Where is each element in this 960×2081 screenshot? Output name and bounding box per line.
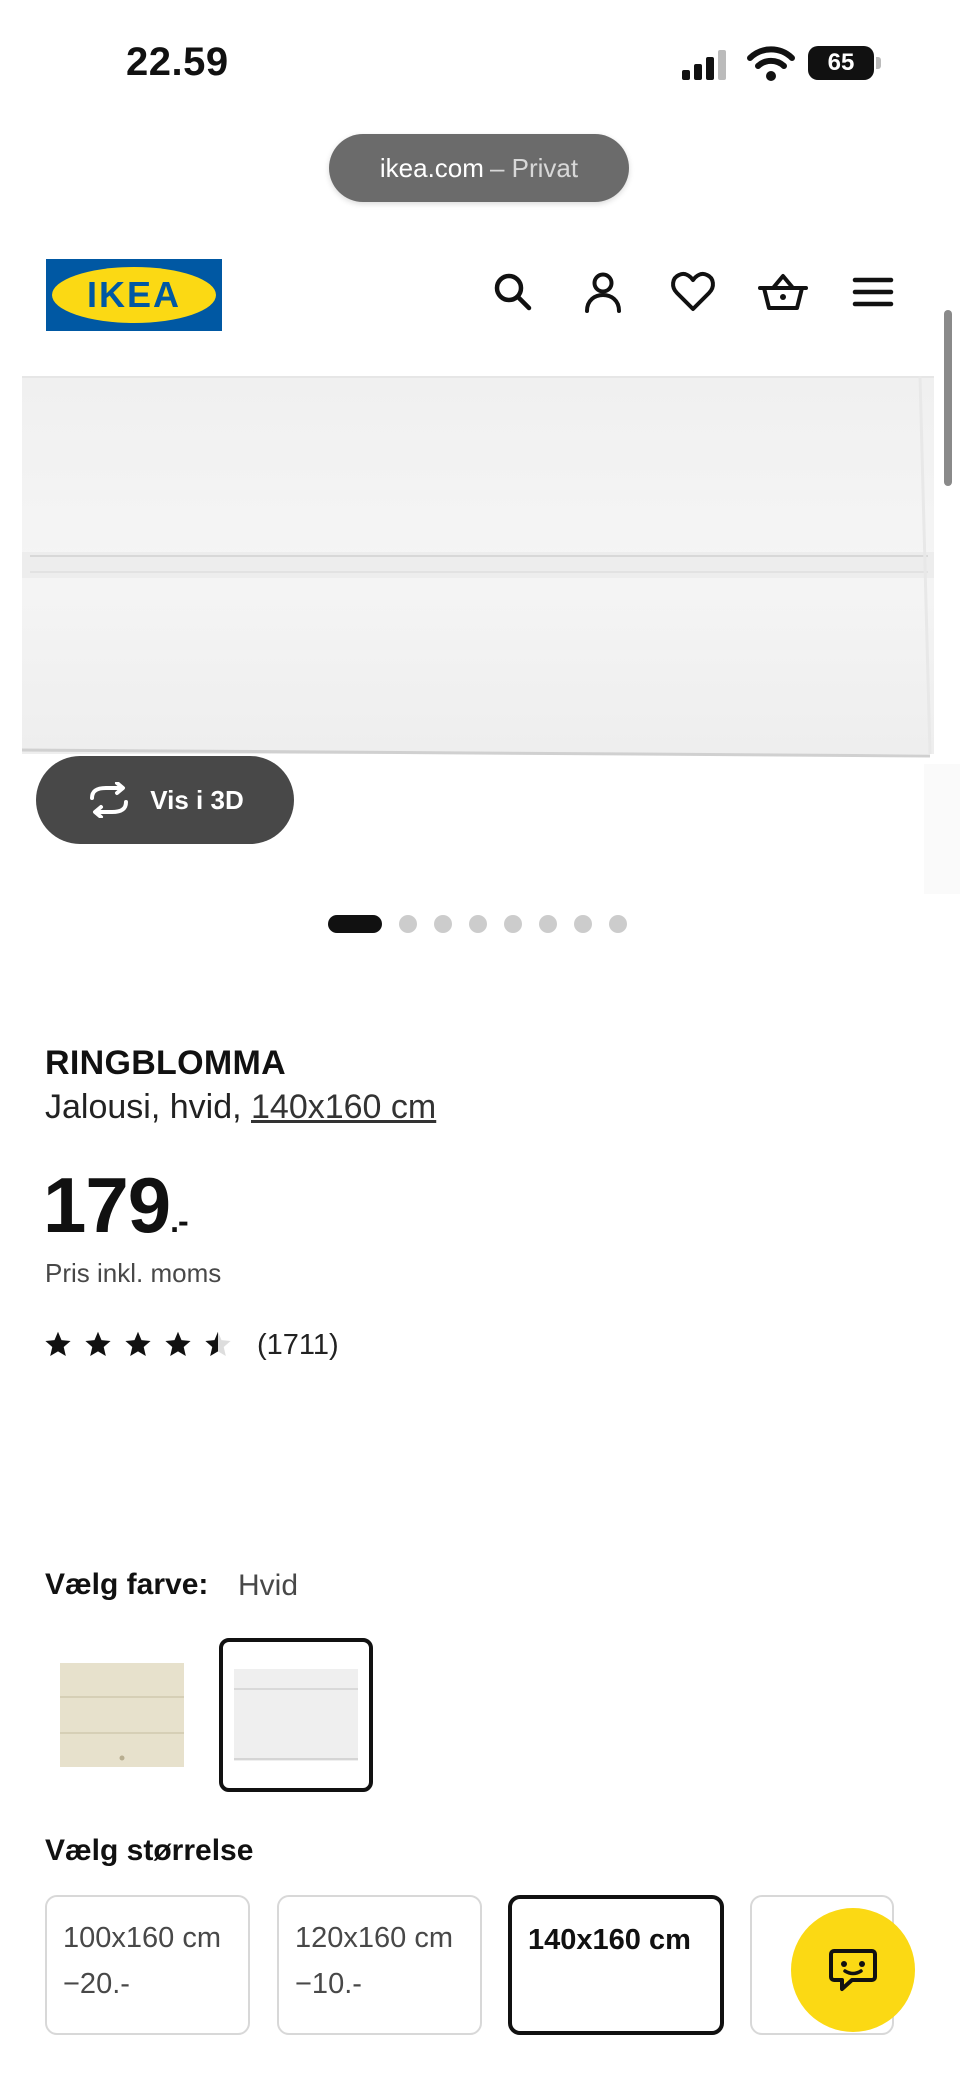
size-option-label: 140x160 cm [528, 1924, 691, 1956]
price-suffix: .- [170, 1203, 189, 1239]
size-option-label: 120x160 cm [295, 1922, 453, 1954]
price-integer: 179 [43, 1161, 171, 1249]
size-option-label: 100x160 cm [63, 1922, 221, 1954]
carousel-dot[interactable] [328, 915, 382, 933]
carousel-dot[interactable] [504, 915, 522, 933]
star-icon [125, 1331, 151, 1357]
product-name: RINGBLOMMA [45, 1044, 286, 1082]
menu-icon[interactable] [845, 264, 901, 320]
view-in-3d-label: Vis i 3D [150, 784, 244, 815]
logo-text: IKEA [87, 274, 181, 315]
heart-icon[interactable] [665, 264, 721, 320]
color-select-value: Hvid [238, 1569, 299, 1602]
battery-level: 65 [827, 49, 855, 76]
product-price: 179.- [43, 1160, 189, 1251]
size-option[interactable]: 100x160 cm −20.- [45, 1895, 250, 2035]
size-option[interactable]: 120x160 cm −10.- [277, 1895, 482, 2035]
carousel-dots [328, 914, 627, 934]
chat-button[interactable] [791, 1908, 915, 2032]
price-vat-note: Pris inkl. moms [45, 1258, 222, 1288]
logo-graphic: IKEA [46, 259, 222, 331]
color-swatch-white[interactable] [219, 1638, 373, 1792]
product-description: Jalousi, hvid, 140x160 cm [45, 1088, 436, 1127]
carousel-dot[interactable] [434, 915, 452, 933]
product-size-link[interactable]: 140x160 cm [251, 1088, 436, 1126]
user-icon[interactable] [575, 264, 631, 320]
star-icon [165, 1331, 191, 1357]
chat-icon [829, 1949, 877, 1991]
carousel-dot[interactable] [399, 915, 417, 933]
carousel-dot[interactable] [609, 915, 627, 933]
star-icon [85, 1331, 111, 1357]
carousel-dot[interactable] [574, 915, 592, 933]
size-option-discount: −10.- [295, 1968, 362, 2000]
cellular-signal-icon [682, 50, 726, 80]
url-bar[interactable]: ikea.com – Privat [329, 134, 629, 202]
status-icons: 65 [680, 42, 881, 86]
product-type: Jalousi, hvid, [45, 1088, 251, 1126]
carousel-dot[interactable] [469, 915, 487, 933]
rotate-3d-icon [90, 782, 129, 818]
size-option-discount: −20.- [63, 1968, 130, 2000]
search-icon[interactable] [485, 264, 541, 320]
color-swatch-beige[interactable] [45, 1638, 199, 1792]
size-option-selected[interactable]: 140x160 cm [508, 1895, 724, 2035]
battery-tip [876, 57, 881, 69]
carousel-dot[interactable] [539, 915, 557, 933]
private-mode-label: – Privat [489, 152, 579, 183]
battery-icon: 65 [808, 46, 874, 80]
ikea-logo[interactable]: IKEA [46, 259, 222, 331]
beige-blind-thumbnail [60, 1663, 184, 1767]
view-in-3d-button[interactable]: Vis i 3D [36, 756, 294, 844]
wifi-icon [747, 46, 795, 81]
status-time: 22.59 [126, 40, 229, 84]
half-star-icon [205, 1331, 231, 1357]
star-icon [45, 1331, 71, 1357]
white-blind-thumbnail [234, 1669, 358, 1761]
size-select-label: Vælg størrelse [45, 1834, 254, 1867]
rating-stars[interactable] [44, 1330, 232, 1358]
basket-icon[interactable] [755, 264, 811, 320]
url-domain: ikea.com [379, 152, 484, 183]
review-count[interactable]: (1711) [257, 1329, 339, 1362]
color-select-label: Vælg farve: [45, 1568, 209, 1601]
